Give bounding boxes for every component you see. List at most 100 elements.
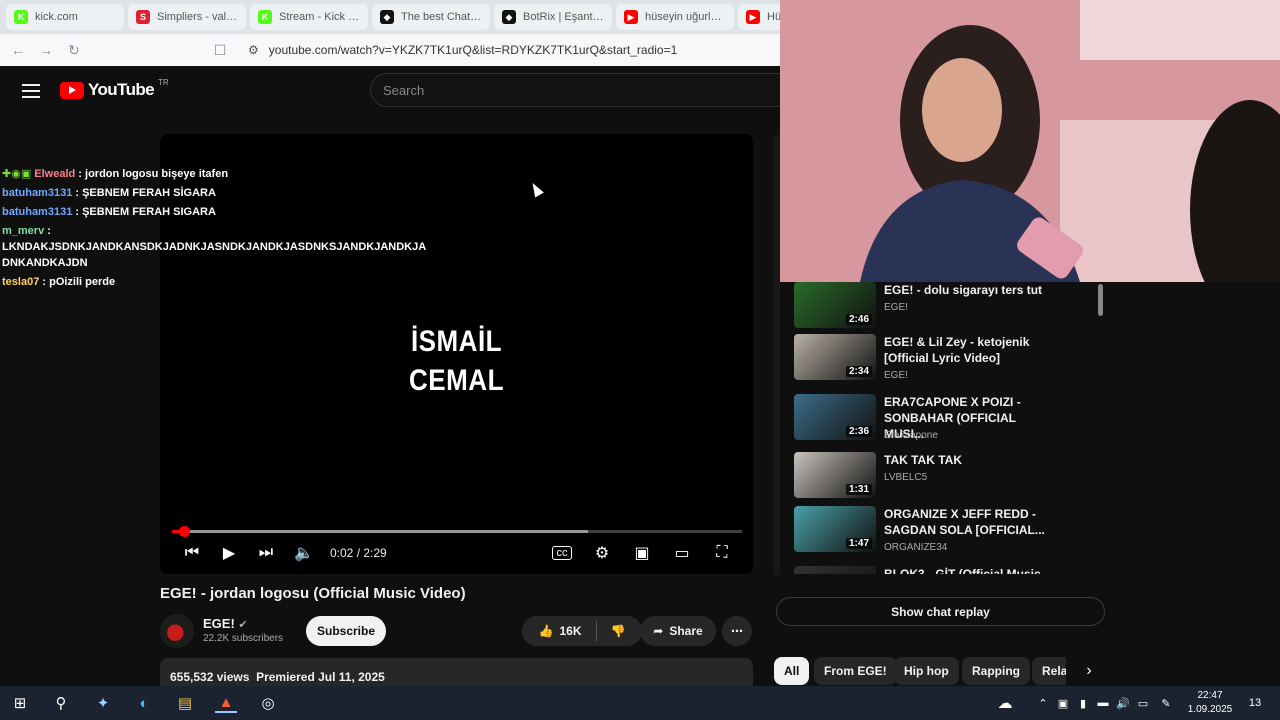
- playlist-item[interactable]: 1:31 TAK TAK TAK LVBELC5: [794, 452, 1094, 502]
- theater-mode-icon[interactable]: ▭: [672, 542, 692, 564]
- chat-badges-icon: ✚◉▣: [2, 168, 35, 180]
- browser-tab[interactable]: ◆ BotRix | Eşantiyon: [494, 4, 612, 30]
- playlist-thumbnail[interactable]: 1:47: [794, 506, 876, 552]
- channel-avatar[interactable]: [160, 614, 194, 648]
- tray-camera-icon[interactable]: ▣: [1052, 693, 1074, 713]
- filter-chip[interactable]: Hip hop: [894, 657, 959, 685]
- menu-icon[interactable]: [22, 84, 40, 98]
- playlist-scrollbar[interactable]: [1097, 282, 1105, 572]
- tab-favicon-icon: ◆: [380, 10, 394, 24]
- chat-text: : jordon logosu bişeye itafen: [78, 168, 229, 180]
- tab-label: BotRix | Eşantiyon: [523, 11, 604, 23]
- browser-tab[interactable]: ▶ Hü: [738, 4, 780, 30]
- browser-tab[interactable]: S Simpliers - valorant: [128, 4, 246, 30]
- filter-chip[interactable]: Rela: [1032, 657, 1066, 685]
- playlist-item-channel: EGE!: [884, 302, 908, 313]
- playlist-thumbnail[interactable]: 2:36: [794, 394, 876, 440]
- playlist-thumbnail[interactable]: 1:31: [794, 452, 876, 498]
- tray-network-icon[interactable]: ▭: [1132, 693, 1154, 713]
- play-icon[interactable]: ▶: [219, 542, 239, 564]
- file-explorer-icon[interactable]: ▤: [174, 693, 196, 713]
- weather-icon[interactable]: ☁: [994, 693, 1016, 713]
- forward-icon[interactable]: →: [38, 42, 54, 58]
- playlist-item[interactable]: BLOK3 - GİT (Official Music: [794, 566, 1094, 574]
- tab-favicon-icon: K: [14, 10, 28, 24]
- playlist-item-title[interactable]: ORGANIZE X JEFF REDD - SAGDAN SOLA [OFFI…: [884, 506, 1054, 538]
- back-icon[interactable]: ←: [10, 42, 26, 58]
- playlist-thumbnail[interactable]: 2:34: [794, 334, 876, 380]
- windows-start-icon[interactable]: ⊞: [9, 693, 31, 713]
- premiere-date: Premiered Jul 11, 2025: [256, 670, 385, 684]
- time-display: 0:02 / 2:29: [330, 546, 387, 560]
- browser-tab-bar: Kkick.com S Simpliers - valorant K Stream - …: [0, 0, 780, 34]
- tray-battery-icon[interactable]: ▬: [1092, 693, 1114, 713]
- like-count[interactable]: 16K: [559, 624, 581, 638]
- playlist-item-title[interactable]: EGE! - dolu sigarayı ters tut: [884, 282, 1054, 298]
- playlist-thumbnail[interactable]: [794, 566, 876, 574]
- browser-tab[interactable]: ◆ The best ChatBot: [372, 4, 490, 30]
- tray-pen-icon[interactable]: ✎: [1155, 693, 1177, 713]
- playlist-item-channel: LVBELC5: [884, 472, 928, 483]
- chat-text: : LKNDAKJSDNKJANDKANSDKJADNKJASNDKJANDKJ…: [2, 225, 426, 269]
- tray-chevron-icon[interactable]: ⌃: [1032, 693, 1054, 713]
- tab-label: kick.com: [35, 11, 78, 23]
- view-count: 655,532 views: [170, 670, 250, 684]
- browser-tab[interactable]: K Stream - Kick Dash: [250, 4, 368, 30]
- copilot-icon[interactable]: ✦: [92, 693, 114, 713]
- show-chat-replay-button[interactable]: Show chat replay: [776, 597, 1105, 626]
- url-field[interactable]: ⚙ youtube.com/watch?v=YKZK7TK1urQ&list=R…: [248, 37, 780, 63]
- fullscreen-icon[interactable]: ⛶: [712, 542, 732, 564]
- brave-browser-icon[interactable]: ▲: [215, 693, 237, 713]
- like-icon[interactable]: 👍: [539, 624, 554, 638]
- overlay-line-1: İSMAİL: [410, 323, 503, 358]
- playlist-item-title[interactable]: TAK TAK TAK: [884, 452, 1054, 468]
- playlist-item[interactable]: 2:34 EGE! & Lil Zey - ketojenik [Official…: [794, 334, 1094, 384]
- bookmark-icon[interactable]: ☐: [212, 42, 228, 58]
- edge-icon[interactable]: ◐: [133, 693, 155, 713]
- tray-volume-icon[interactable]: 🔊: [1112, 693, 1134, 713]
- subscribe-button[interactable]: Subscribe: [306, 616, 386, 646]
- search-input[interactable]: Search: [370, 73, 780, 107]
- share-button[interactable]: ➦ Share: [640, 616, 716, 646]
- taskbar-clock[interactable]: 22:47 1.09.2025: [1182, 689, 1238, 717]
- playlist-item-title[interactable]: BLOK3 - GİT (Official Music: [884, 566, 1054, 574]
- tab-favicon-icon: ◆: [502, 10, 516, 24]
- playlist-item-title[interactable]: EGE! & Lil Zey - ketojenik [Official Lyr…: [884, 334, 1054, 366]
- filter-chip[interactable]: Rapping: [962, 657, 1030, 685]
- reload-icon[interactable]: ↻: [66, 42, 82, 58]
- site-settings-icon[interactable]: ⚙: [248, 43, 259, 57]
- search-icon[interactable]: ⚲: [50, 693, 72, 713]
- chat-message: m_merv : LKNDAKJSDNKJANDKANSDKJADNKJASND…: [2, 223, 426, 271]
- tray-mic-icon[interactable]: ▮: [1072, 693, 1094, 713]
- progress-bar[interactable]: [172, 526, 742, 537]
- channel-name-text: EGE!: [203, 616, 235, 631]
- captions-icon[interactable]: cc: [552, 546, 572, 560]
- chat-username: m_merv: [2, 225, 48, 237]
- chat-message: batuham3131 : ŞEBNEM FERAH SIGARA: [2, 204, 402, 220]
- browser-tab[interactable]: ▶ hüseyin uğurlu ba: [616, 4, 734, 30]
- miniplayer-icon[interactable]: ▣: [632, 542, 652, 564]
- more-actions-icon[interactable]: ⋯: [722, 616, 752, 646]
- dislike-icon[interactable]: 👎: [611, 624, 626, 638]
- playlist-item[interactable]: 2:36 ERA7CAPONE X POIZI - SONBAHAR (OFFIC…: [794, 394, 1094, 444]
- playlist-item-channel: ORGANIZE34: [884, 542, 948, 553]
- youtube-logo[interactable]: YouTube TR: [60, 78, 169, 100]
- notification-icon[interactable]: 13: [1244, 693, 1266, 713]
- settings-icon[interactable]: ⚙: [592, 542, 612, 564]
- playlist-item[interactable]: 1:47 ORGANIZE X JEFF REDD - SAGDAN SOLA […: [794, 506, 1094, 556]
- next-icon[interactable]: ⏭: [256, 542, 276, 564]
- filter-chip[interactable]: From EGE!: [814, 657, 897, 685]
- obs-icon[interactable]: ◎: [257, 693, 279, 713]
- subscriber-count: 22.2K subscribers: [203, 633, 284, 644]
- volume-icon[interactable]: 🔈: [294, 542, 314, 564]
- notification-count: 13: [1248, 697, 1262, 709]
- playlist-item[interactable]: 2:46 EGE! - dolu sigarayı ters tut EGE!: [794, 282, 1094, 332]
- browser-tab[interactable]: Kkick.com: [6, 4, 124, 30]
- chat-username: Elweald: [34, 168, 79, 180]
- filter-chip[interactable]: All: [774, 657, 810, 685]
- playlist-thumbnail[interactable]: 2:46: [794, 282, 876, 328]
- channel-name[interactable]: EGE! ✔: [203, 616, 248, 631]
- previous-icon[interactable]: ⏮: [182, 542, 202, 564]
- chevron-right-icon[interactable]: ›: [1080, 660, 1098, 682]
- logo-wordmark: YouTube: [88, 80, 155, 99]
